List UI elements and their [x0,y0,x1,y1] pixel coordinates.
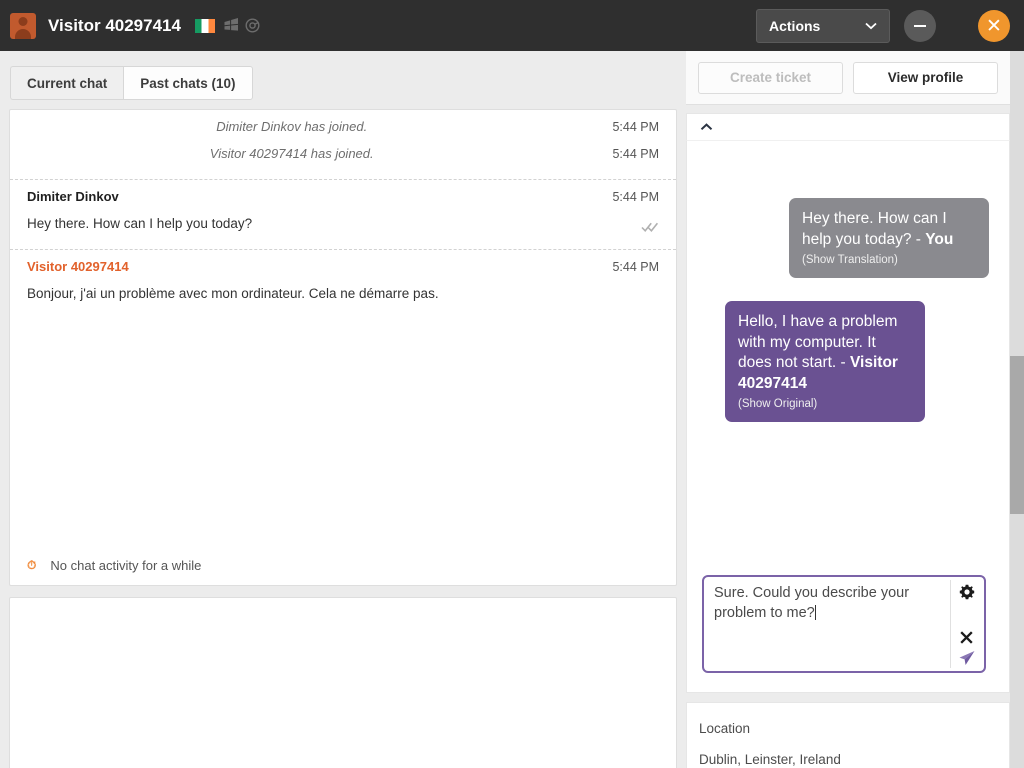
chat-tabs: Current chat Past chats (10) [10,66,253,100]
reply-box-icons [953,581,980,667]
system-events: Dimiter Dinkov has joined. 5:44 PM Visit… [10,110,676,173]
close-icon: ✕ [986,17,1002,36]
message-time: 5:44 PM [612,260,659,274]
tab-past-chats-label: Past chats (10) [140,76,235,91]
create-ticket-label: Create ticket [730,70,811,85]
reply-input-value: Sure. Could you describe your problem to… [714,585,909,621]
message-composer[interactable]: Emoji Rating Attach [9,597,677,768]
send-icon[interactable] [958,649,976,667]
actions-label: Actions [769,18,820,34]
translation-bubble-visitor: Hello, I have a problem with my computer… [725,301,925,422]
minimize-icon [914,25,926,28]
translation-bubble-agent: Hey there. How can I help you today? - Y… [789,198,989,278]
title-bar: Visitor 40297414 Actions ✕ [0,0,1024,51]
scrollbar-thumb[interactable] [1010,356,1024,514]
reply-input[interactable]: Sure. Could you describe your problem to… [714,584,949,623]
system-event: Dimiter Dinkov has joined. 5:44 PM [10,119,676,146]
right-panel-scrollbar[interactable] [1010,51,1024,768]
browser-icon [245,18,260,33]
location-label: Location [699,721,1009,736]
chevron-up-icon [700,123,713,131]
view-profile-label: View profile [888,70,964,85]
translation-reply-box[interactable]: Sure. Could you describe your problem to… [702,575,986,673]
gear-icon[interactable] [959,584,975,600]
close-icon[interactable] [959,630,974,645]
visitor-avatar [10,13,36,39]
location-value: Dublin, Leinster, Ireland [699,752,1009,767]
windows-icon [223,18,239,34]
tab-current-chat[interactable]: Current chat [10,66,123,100]
create-ticket-button[interactable]: Create ticket [698,62,843,94]
visitor-actions-bar: Create ticket View profile [686,51,1010,105]
system-event-text: Dimiter Dinkov has joined. [27,119,612,134]
read-receipt-icon [641,221,659,233]
bubble-author: You [925,231,953,248]
message-header: Dimiter Dinkov 5:44 PM [27,189,659,204]
message-group-agent: Dimiter Dinkov 5:44 PM Hey there. How ca… [10,180,676,243]
tab-current-chat-label: Current chat [27,76,107,91]
chat-transcript-panel: Dimiter Dinkov has joined. 5:44 PM Visit… [9,109,677,586]
system-event-time: 5:44 PM [612,147,659,161]
message-body: Hey there. How can I help you today? [27,215,659,233]
show-original-link[interactable]: (Show Original) [738,397,912,412]
chat-application-window: Visitor 40297414 Actions ✕ [0,0,1024,768]
page-title: Visitor 40297414 [48,16,181,36]
message-author: Dimiter Dinkov [27,189,119,204]
message-author: Visitor 40297414 [27,259,129,274]
close-button[interactable]: ✕ [978,10,1010,42]
idle-notice: ⏱ No chat activity for a while [27,558,201,573]
chat-column: Current chat Past chats (10) Dimiter Din… [0,51,686,768]
ireland-flag-icon [195,19,215,33]
visitor-info-column: Create ticket View profile Hey there. Ho… [686,51,1024,768]
text-caret [815,605,816,620]
message-body: Bonjour, j'ai un problème avec mon ordin… [27,285,659,303]
translation-panel: Hey there. How can I help you today? - Y… [686,140,1010,693]
chevron-down-icon [865,22,877,30]
minimize-button[interactable] [904,10,936,42]
show-translation-link[interactable]: (Show Translation) [802,253,976,268]
idle-clock-icon: ⏱ [27,558,36,573]
visitor-details-panel: Location Dublin, Leinster, Ireland Brows… [686,702,1010,768]
system-event-time: 5:44 PM [612,120,659,134]
idle-notice-text: No chat activity for a while [50,558,201,573]
system-event-text: Visitor 40297414 has joined. [27,146,612,161]
tab-past-chats[interactable]: Past chats (10) [123,66,252,100]
message-group-visitor: Visitor 40297414 5:44 PM Bonjour, j'ai u… [10,250,676,313]
view-profile-button[interactable]: View profile [853,62,998,94]
message-text: Hey there. How can I help you today? [27,215,252,233]
system-event: Visitor 40297414 has joined. 5:44 PM [10,146,676,173]
message-text: Bonjour, j'ai un problème avec mon ordin… [27,285,439,303]
actions-dropdown-button[interactable]: Actions [756,9,890,43]
message-header: Visitor 40297414 5:44 PM [27,259,659,274]
message-time: 5:44 PM [612,190,659,204]
translation-panel-collapse-toggle[interactable] [686,113,1010,140]
divider [950,580,951,668]
